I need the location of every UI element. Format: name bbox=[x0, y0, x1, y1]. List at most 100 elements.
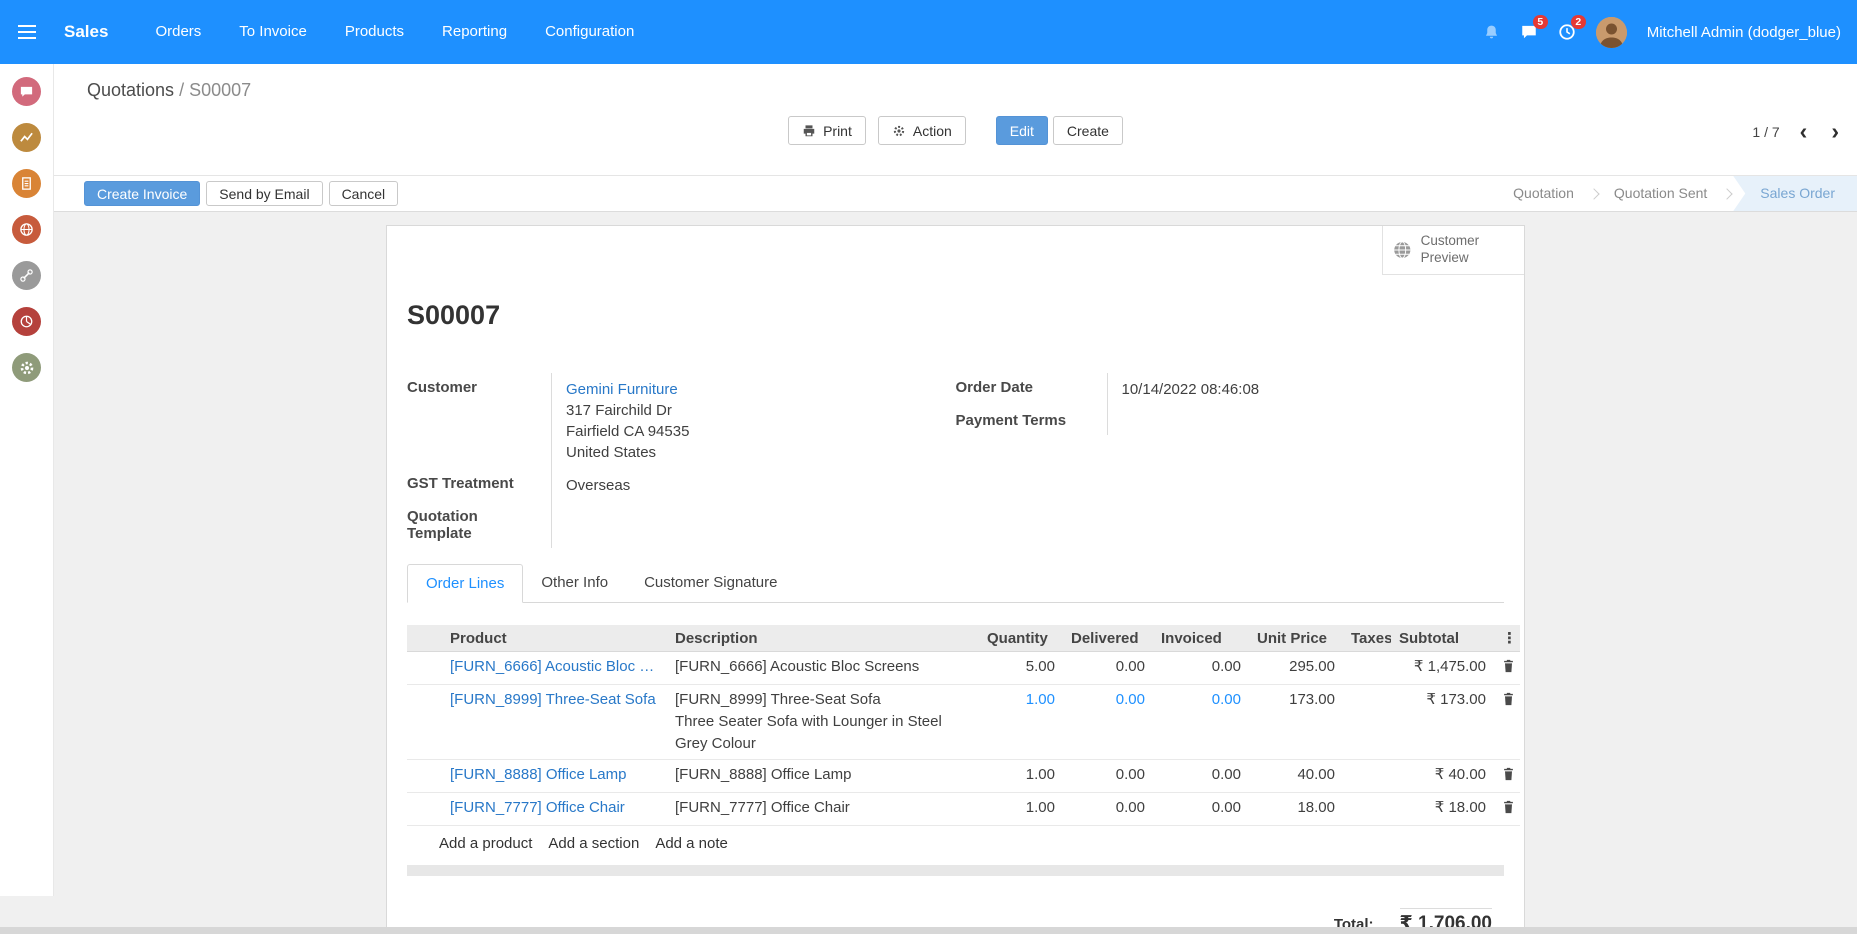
menu-to-invoice[interactable]: To Invoice bbox=[220, 0, 326, 64]
pie-chart-icon[interactable] bbox=[12, 307, 41, 336]
user-name[interactable]: Mitchell Admin (dodger_blue) bbox=[1647, 24, 1841, 41]
col-product[interactable]: Product bbox=[442, 625, 667, 652]
stage-quotation-sent[interactable]: Quotation Sent bbox=[1600, 176, 1721, 211]
send-by-email-button[interactable]: Send by Email bbox=[206, 181, 322, 206]
quantity-cell: 1.00 bbox=[979, 760, 1063, 793]
address-line-1: 317 Fairchild Dr bbox=[566, 400, 956, 421]
invoiced-cell: 0.00 bbox=[1153, 793, 1249, 826]
menu-reporting[interactable]: Reporting bbox=[423, 0, 526, 64]
invoiced-cell: 0.00 bbox=[1153, 685, 1249, 760]
tab-other-info[interactable]: Other Info bbox=[523, 564, 626, 602]
main-area: Quotations / S00007 Print Action Edit Cr… bbox=[0, 64, 1857, 934]
col-invoiced[interactable]: Invoiced bbox=[1153, 625, 1249, 652]
chevron-left-icon[interactable]: ‹ bbox=[1796, 120, 1812, 143]
trash-icon[interactable] bbox=[1494, 652, 1520, 685]
line-chart-icon[interactable] bbox=[12, 123, 41, 152]
globe-orange-icon[interactable] bbox=[12, 215, 41, 244]
menu-products[interactable]: Products bbox=[326, 0, 423, 64]
form-area: Customer Preview S00007 Customer Gemini … bbox=[54, 212, 1857, 934]
table-row[interactable]: [FURN_8999] Three-Seat Sofa [FURN_8999] … bbox=[407, 685, 1520, 760]
menu-configuration[interactable]: Configuration bbox=[526, 0, 653, 64]
print-button[interactable]: Print bbox=[788, 116, 866, 145]
pager-value[interactable]: 1 / 7 bbox=[1752, 124, 1779, 140]
order-lines-table: Product Description Quantity Delivered I… bbox=[407, 625, 1520, 826]
description-cell: [FURN_8888] Office Lamp bbox=[667, 760, 979, 793]
unit-price-cell: 173.00 bbox=[1249, 685, 1343, 760]
col-subtotal[interactable]: Subtotal bbox=[1391, 625, 1494, 652]
trash-icon[interactable] bbox=[1494, 760, 1520, 793]
stage-pipeline: Quotation Quotation Sent Sales Order bbox=[1499, 176, 1857, 211]
customer-link[interactable]: Gemini Furniture bbox=[566, 379, 956, 400]
stage-sales-order[interactable]: Sales Order bbox=[1733, 176, 1857, 211]
breadcrumb-quotations[interactable]: Quotations bbox=[87, 80, 174, 100]
product-link[interactable]: [FURN_8999] Three-Seat Sofa bbox=[442, 685, 667, 760]
table-row[interactable]: [FURN_8888] Office Lamp [FURN_8888] Offi… bbox=[407, 760, 1520, 793]
table-row[interactable]: [FURN_7777] Office Chair [FURN_7777] Off… bbox=[407, 793, 1520, 826]
app-menu: Orders To Invoice Products Reporting Con… bbox=[136, 0, 653, 64]
table-row[interactable]: [FURN_6666] Acoustic Bloc Screens [FURN_… bbox=[407, 652, 1520, 685]
app-brand[interactable]: Sales bbox=[64, 22, 108, 42]
edit-create-group: Edit Create bbox=[996, 116, 1123, 145]
col-taxes[interactable]: Taxes bbox=[1343, 625, 1391, 652]
add-section-link[interactable]: Add a section bbox=[548, 835, 639, 852]
chat-icon[interactable] bbox=[12, 77, 41, 106]
systray: 5 2 Mitchell Admin (dodger_blue) bbox=[1483, 17, 1841, 48]
table-header-row: Product Description Quantity Delivered I… bbox=[407, 625, 1520, 652]
activity-clock-icon[interactable]: 2 bbox=[1558, 23, 1576, 41]
customer-preview-button[interactable]: Customer Preview bbox=[1382, 226, 1524, 275]
col-unit-price[interactable]: Unit Price bbox=[1249, 625, 1343, 652]
product-link[interactable]: [FURN_7777] Office Chair bbox=[442, 793, 667, 826]
apps-menu-icon[interactable] bbox=[0, 25, 54, 39]
stage-chevron-icon bbox=[1588, 188, 1599, 199]
add-product-link[interactable]: Add a product bbox=[439, 835, 532, 852]
customer-preview-label: Customer Preview bbox=[1421, 233, 1514, 267]
customer-label: Customer bbox=[407, 373, 552, 469]
trash-icon[interactable] bbox=[1494, 793, 1520, 826]
create-invoice-button[interactable]: Create Invoice bbox=[84, 181, 200, 206]
avatar[interactable] bbox=[1596, 17, 1627, 48]
drag-handle-header bbox=[407, 625, 442, 652]
drag-handle-cell bbox=[407, 685, 442, 760]
field-groups: Customer Gemini Furniture 317 Fairchild … bbox=[407, 373, 1504, 548]
right-field-group: Order Date 10/14/2022 08:46:08 Payment T… bbox=[956, 373, 1505, 548]
product-link[interactable]: [FURN_8888] Office Lamp bbox=[442, 760, 667, 793]
trash-icon[interactable] bbox=[1494, 685, 1520, 760]
gear-icon[interactable] bbox=[12, 353, 41, 382]
order-date-value: 10/14/2022 08:46:08 bbox=[1108, 373, 1505, 406]
statusbar-buttons: Create Invoice Send by Email Cancel bbox=[84, 181, 398, 206]
tab-customer-signature[interactable]: Customer Signature bbox=[626, 564, 795, 602]
message-icon[interactable]: 5 bbox=[1520, 23, 1538, 41]
stage-quotation[interactable]: Quotation bbox=[1499, 176, 1588, 211]
edit-button[interactable]: Edit bbox=[996, 116, 1048, 145]
action-button[interactable]: Action bbox=[878, 116, 966, 145]
table-scrollbar-track[interactable] bbox=[407, 865, 1504, 876]
taxes-cell bbox=[1343, 793, 1391, 826]
description-cell: [FURN_8999] Three-Seat SofaThree Seater … bbox=[667, 685, 979, 760]
message-badge: 5 bbox=[1533, 15, 1548, 29]
globe-icon bbox=[1393, 239, 1412, 261]
payment-terms-label: Payment Terms bbox=[956, 406, 1108, 435]
form-sheet: Customer Preview S00007 Customer Gemini … bbox=[386, 225, 1525, 934]
quotation-template-label: Quotation Template bbox=[407, 502, 552, 548]
link-icon[interactable] bbox=[12, 261, 41, 290]
menu-orders[interactable]: Orders bbox=[136, 0, 220, 64]
quantity-cell: 5.00 bbox=[979, 652, 1063, 685]
breadcrumb-record: S00007 bbox=[189, 80, 251, 100]
document-icon[interactable] bbox=[12, 169, 41, 198]
chevron-right-icon[interactable]: › bbox=[1827, 120, 1843, 143]
add-note-link[interactable]: Add a note bbox=[655, 835, 728, 852]
product-link[interactable]: [FURN_6666] Acoustic Bloc Screens bbox=[442, 652, 667, 685]
record-title: S00007 bbox=[407, 300, 1504, 331]
column-options-icon[interactable]: ⋮ bbox=[1494, 625, 1520, 652]
create-button[interactable]: Create bbox=[1053, 116, 1123, 145]
invoiced-cell: 0.00 bbox=[1153, 760, 1249, 793]
col-description[interactable]: Description bbox=[667, 625, 979, 652]
pager: 1 / 7 ‹ › bbox=[1752, 120, 1843, 143]
col-quantity[interactable]: Quantity bbox=[979, 625, 1063, 652]
horizontal-scrollbar[interactable] bbox=[0, 927, 1857, 934]
payment-terms-value bbox=[1108, 406, 1505, 435]
cancel-button[interactable]: Cancel bbox=[329, 181, 399, 206]
tab-order-lines[interactable]: Order Lines bbox=[407, 564, 523, 603]
col-delivered[interactable]: Delivered bbox=[1063, 625, 1153, 652]
bell-icon[interactable] bbox=[1483, 24, 1500, 41]
